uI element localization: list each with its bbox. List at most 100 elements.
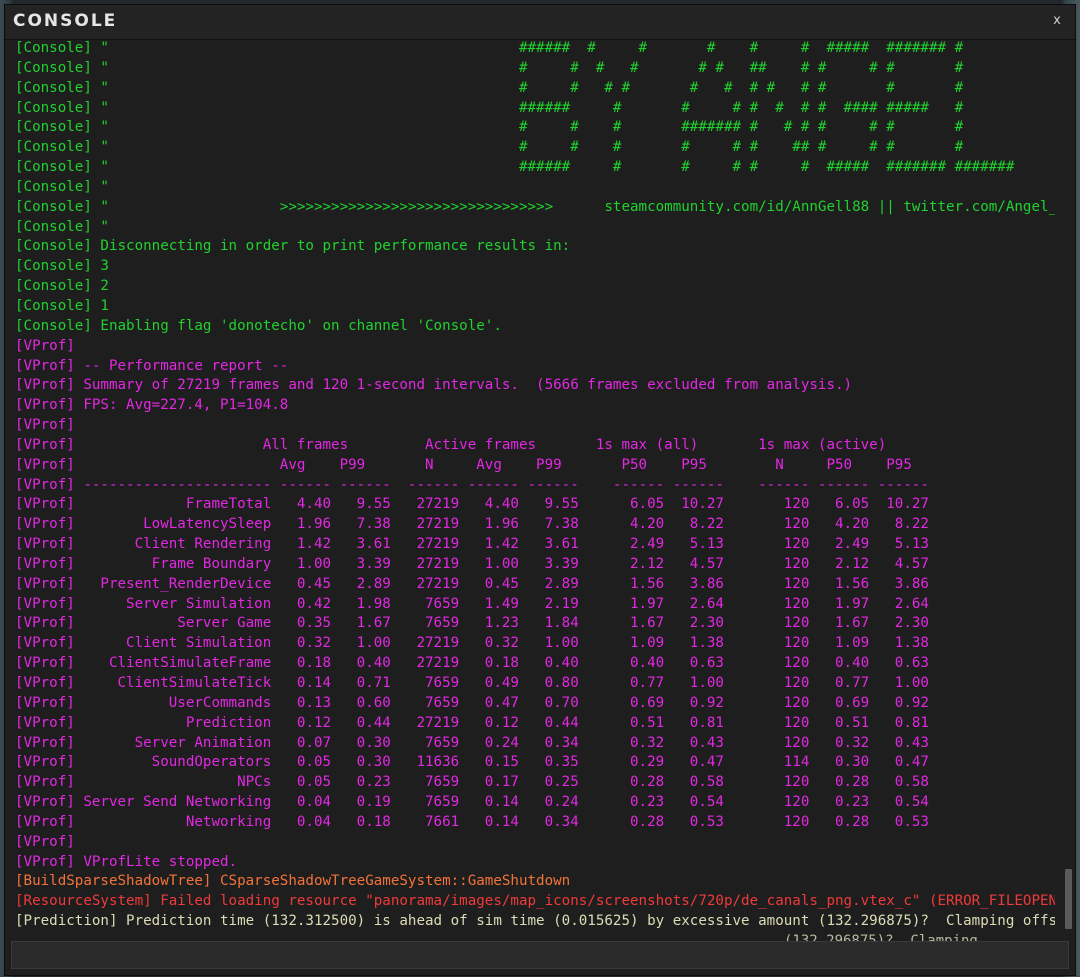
log-line-tag: [Console] [15, 178, 92, 195]
log-line-message: Server Animation 0.07 0.30 7659 0.24 0.3… [74, 734, 929, 751]
log-line-message: Avg P99 N Avg P99 P50 P95 N P50 P95 [74, 456, 912, 473]
log-line-message: LowLatencySleep 1.96 7.38 27219 1.96 7.3… [74, 516, 929, 533]
log-line-tag: [VProf] [15, 754, 75, 771]
log-line-tag: [Console] [15, 139, 92, 156]
console-window: CONSOLE x [Console] " ###### # # # # # #… [4, 4, 1076, 976]
log-line-tag: [VProf] [15, 635, 75, 652]
log-line-message: Server Game 0.35 1.67 7659 1.23 1.84 1.6… [74, 615, 929, 632]
log-line-tag: [VProf] [15, 853, 75, 870]
log-line-tag: [VProf] [15, 516, 75, 533]
log-line-tag: [VProf] [15, 813, 75, 830]
log-line-tag: [Console] [15, 198, 92, 215]
log-line: [VProf] Server Animation 0.07 0.30 7659 … [15, 734, 1055, 754]
log-line-message: 2 [91, 278, 109, 295]
log-line-tag: [VProf] [15, 615, 75, 632]
log-line: [Console] Enabling flag 'donotecho' on c… [15, 317, 1055, 337]
log-line-message: " # # # # # # ## # # # # [91, 139, 964, 156]
log-line: [VProf] Server Simulation 0.42 1.98 7659… [15, 595, 1055, 615]
log-line-tag: [VProf] [15, 476, 75, 493]
log-line: [Console] " ###### # # # # # ##### #####… [15, 158, 1055, 178]
log-line-tag: [Console] [15, 119, 92, 136]
log-line-message: Client Simulation 0.32 1.00 27219 0.32 1… [74, 635, 929, 652]
console-input-area [11, 941, 1069, 969]
log-line: [Prediction] Prediction time (132.312500… [15, 912, 1055, 932]
log-line: [VProf] -- Performance report -- [15, 357, 1055, 377]
log-line-message: Prediction time (132.312500) is ahead of… [117, 913, 1055, 930]
log-line-message: " # # # # # # ## # # # # # [91, 59, 964, 76]
log-line: [VProf] NPCs 0.05 0.23 7659 0.17 0.25 0.… [15, 773, 1055, 793]
log-line-tag: [VProf] [15, 694, 75, 711]
log-line: [VProf] SoundOperators 0.05 0.30 11636 0… [15, 753, 1055, 773]
log-line-message: Prediction 0.12 0.44 27219 0.12 0.44 0.5… [74, 714, 929, 731]
log-line-tag: [VProf] [15, 794, 75, 811]
log-line: [Console] 1 [15, 297, 1055, 317]
log-line-tag: [VProf] [15, 575, 75, 592]
log-line-tag: [Console] [15, 238, 92, 255]
scrollbar-thumb[interactable] [1065, 869, 1072, 929]
log-line: [VProf] Client Simulation 0.32 1.00 2721… [15, 634, 1055, 654]
log-line: [VProf] Prediction 0.12 0.44 27219 0.12 … [15, 714, 1055, 734]
log-line-tag: [VProf] [15, 595, 75, 612]
log-line-message: " [91, 178, 109, 195]
log-line: [VProf] Server Game 0.35 1.67 7659 1.23 … [15, 614, 1055, 634]
log-line: [Console] " # # # # # # ## # # # # # [15, 59, 1055, 79]
console-scrollbar[interactable] [1065, 45, 1073, 935]
log-line: [Console] " # # # ####### # # # # # # # [15, 118, 1055, 138]
log-line-message: VProfLite stopped. [74, 853, 238, 870]
log-line: [Console] " # # # # # # # # # # # # [15, 79, 1055, 99]
log-line-message: SoundOperators 0.05 0.30 11636 0.15 0.35… [74, 754, 929, 771]
log-line: [VProf] Networking 0.04 0.18 7661 0.14 0… [15, 813, 1055, 833]
log-line: [BuildSparseShadowTree] CSparseShadowTre… [15, 872, 1055, 892]
log-line-message: All frames Active frames 1s max (all) 1s… [74, 436, 887, 453]
log-line-message: ClientSimulateFrame 0.18 0.40 27219 0.18… [74, 655, 929, 672]
log-line-tag: [VProf] [15, 555, 75, 572]
log-line: [Console] " [15, 178, 1055, 198]
log-line: [Console] 2 [15, 277, 1055, 297]
console-log[interactable]: [Console] " ###### # # # # # ##### #####… [15, 39, 1055, 937]
log-line: [Console] " # # # # # # ## # # # # [15, 138, 1055, 158]
log-line-tag: [VProf] [15, 417, 75, 434]
log-line-message: " # # # ####### # # # # # # # [91, 119, 964, 136]
log-line-tag: [VProf] [15, 377, 75, 394]
log-line-message: UserCommands 0.13 0.60 7659 0.47 0.70 0.… [74, 694, 929, 711]
log-line-tag: [VProf] [15, 357, 75, 374]
log-line: [VProf] LowLatencySleep 1.96 7.38 27219 … [15, 515, 1055, 535]
log-line-message: " ###### # # # # # ##### ####### ####### [91, 159, 1015, 176]
log-line: [VProf] ClientSimulateTick 0.14 0.71 765… [15, 674, 1055, 694]
close-icon[interactable]: x [1049, 13, 1065, 29]
console-titlebar[interactable]: CONSOLE x [5, 5, 1075, 40]
log-line-tag: [VProf] [15, 774, 75, 791]
log-line: [VProf] Present_RenderDevice 0.45 2.89 2… [15, 575, 1055, 595]
log-line-message: " >>>>>>>>>>>>>>>>>>>>>>>>>>>>>>>> steam… [91, 198, 1055, 215]
log-line-tag: [VProf] [15, 397, 75, 414]
log-line-message: Failed loading resource "panorama/images… [151, 893, 1055, 910]
log-line: [Console] 3 [15, 257, 1055, 277]
log-line-tag: [Console] [15, 297, 92, 314]
log-line: [VProf] FPS: Avg=227.4, P1=104.8 [15, 396, 1055, 416]
log-line-tag: [Console] [15, 40, 92, 56]
log-line: [ResourceSystem] Failed loading resource… [15, 892, 1055, 912]
console-input[interactable] [12, 942, 1068, 968]
log-line-tag: [BuildSparseShadowTree] [15, 873, 212, 890]
log-line-tag: [VProf] [15, 536, 75, 553]
log-line-tag: [VProf] [15, 675, 75, 691]
log-line-tag: [VProf] [15, 436, 75, 453]
log-line-tag: [VProf] [15, 655, 75, 672]
log-line-tag: [VProf] [15, 496, 75, 513]
log-line-tag: [Console] [15, 258, 92, 275]
log-line-tag: [Console] [15, 218, 92, 235]
log-line: [VProf] Frame Boundary 1.00 3.39 27219 1… [15, 555, 1055, 575]
log-line-tag: [Console] [15, 79, 92, 96]
log-line: [VProf] ClientSimulateFrame 0.18 0.40 27… [15, 654, 1055, 674]
log-line: [VProf] Server Send Networking 0.04 0.19… [15, 793, 1055, 813]
log-line-message: Server Send Networking 0.04 0.19 7659 0.… [74, 794, 929, 811]
log-line-tag: [VProf] [15, 714, 75, 731]
log-line-tag: [VProf] [15, 833, 75, 850]
log-line-message: " ###### # # # # # ##### ####### # [91, 40, 964, 56]
log-line: [Console] " ###### # # # # # # # #### ##… [15, 99, 1055, 119]
log-line: [VProf] All frames Active frames 1s max … [15, 436, 1055, 456]
log-line: [VProf] UserCommands 0.13 0.60 7659 0.47… [15, 694, 1055, 714]
console-title: CONSOLE [13, 11, 118, 31]
log-line-message: FPS: Avg=227.4, P1=104.8 [74, 397, 289, 414]
log-line: [VProf] [15, 337, 1055, 357]
